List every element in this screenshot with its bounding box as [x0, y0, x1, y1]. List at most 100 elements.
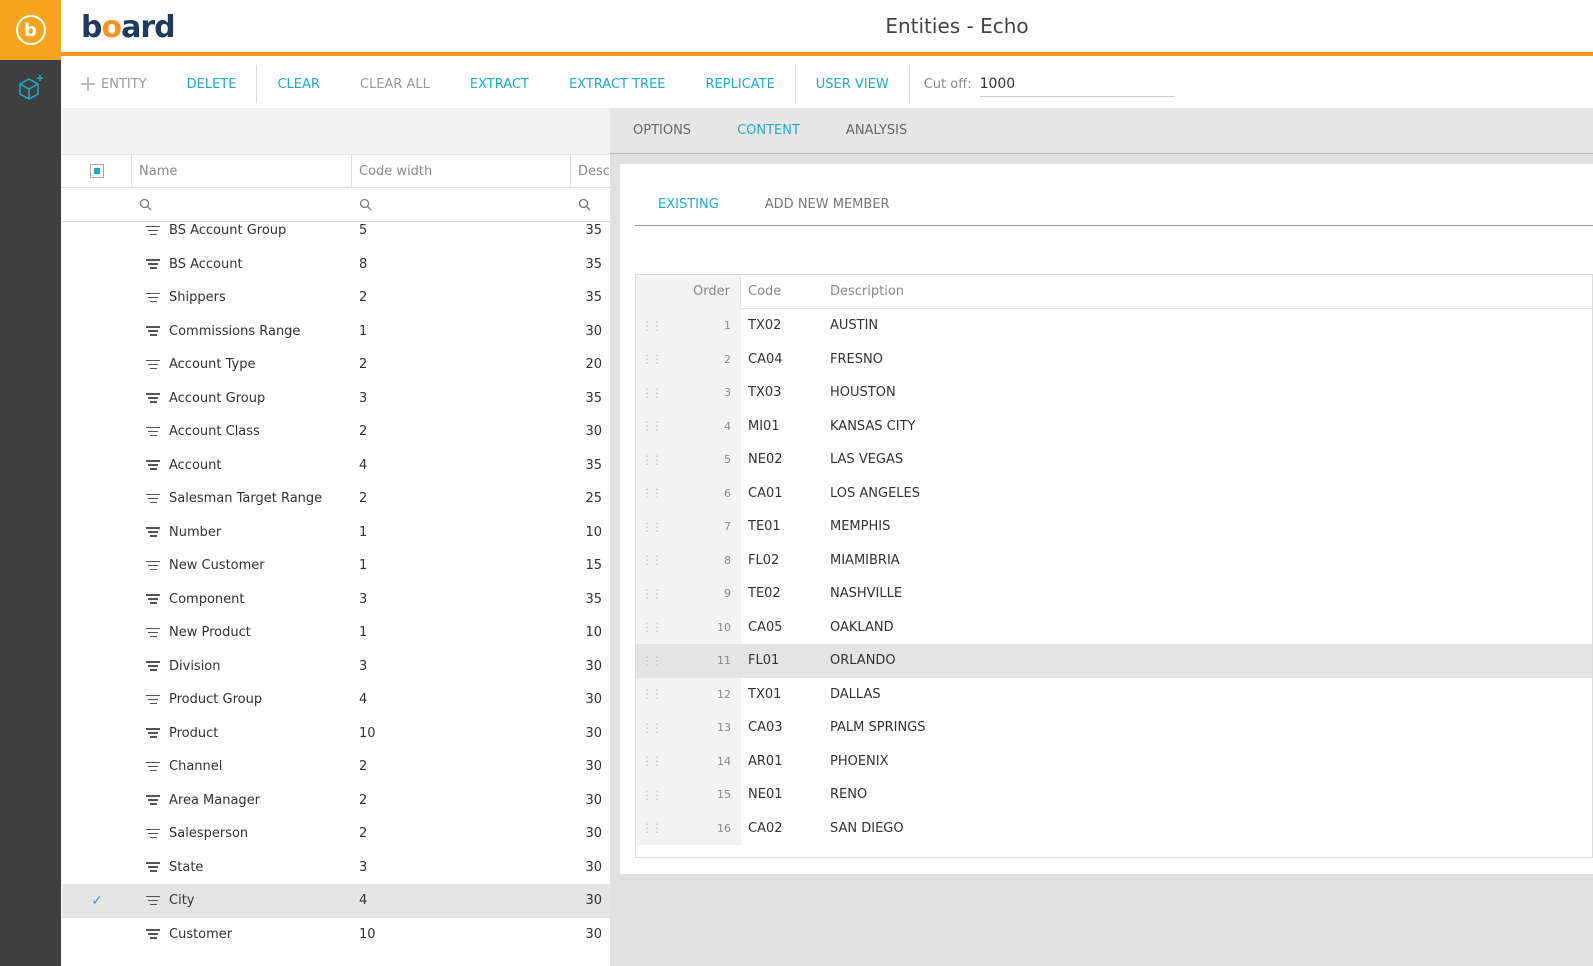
clear-button[interactable]: CLEAR [257, 77, 339, 92]
desc-width-cell[interactable]: 10 [571, 525, 610, 540]
entity-name-cell[interactable]: Division [132, 659, 352, 674]
member-code[interactable]: TX01 [741, 687, 830, 702]
code-width-cell[interactable]: 1 [352, 625, 571, 640]
table-row[interactable]: Account Type 2 20 [62, 348, 610, 382]
table-row[interactable]: ⋮⋮ 10 CA05 OAKLAND [636, 610, 1592, 644]
entity-name-cell[interactable]: Account [132, 458, 352, 473]
entity-name-cell[interactable]: Channel [132, 759, 352, 774]
tab-content[interactable]: CONTENT [714, 123, 823, 138]
user-view-button[interactable]: USER VIEW [796, 77, 909, 92]
code-width-cell[interactable]: 2 [352, 793, 571, 808]
entity-name-cell[interactable]: BS Account Group [132, 223, 352, 238]
desc-width-cell[interactable]: 30 [571, 927, 610, 942]
drag-handle-icon[interactable]: ⋮⋮ [636, 577, 666, 611]
desc-width-cell[interactable]: 30 [571, 826, 610, 841]
table-row[interactable]: ⋮⋮ 4 MI01 KANSAS CITY [636, 409, 1592, 443]
column-header-code-width[interactable]: Code width [352, 155, 571, 187]
desc-width-cell[interactable]: 35 [571, 257, 610, 272]
table-row[interactable]: Division 3 30 [62, 650, 610, 684]
drag-handle-icon[interactable]: ⋮⋮ [636, 376, 666, 410]
replicate-button[interactable]: REPLICATE [686, 77, 795, 92]
code-width-cell[interactable]: 1 [352, 558, 571, 573]
table-row[interactable]: Salesperson 2 30 [62, 817, 610, 851]
table-row[interactable]: ⋮⋮ 16 CA02 SAN DIEGO [636, 811, 1592, 845]
table-row[interactable]: New Customer 1 15 [62, 549, 610, 583]
member-code[interactable]: TE02 [741, 586, 830, 601]
entity-name-cell[interactable]: Salesperson [132, 826, 352, 841]
table-row[interactable]: ✓ City 4 30 [62, 884, 610, 918]
entity-name-cell[interactable]: Account Class [132, 424, 352, 439]
member-code[interactable]: CA05 [741, 620, 830, 635]
member-code[interactable]: AR01 [741, 754, 830, 769]
desc-width-cell[interactable]: 30 [571, 659, 610, 674]
table-row[interactable]: ⋮⋮ 9 TE02 NASHVILLE [636, 577, 1592, 611]
table-row[interactable]: Commissions Range 1 30 [62, 315, 610, 349]
member-description[interactable]: LOS ANGELES [830, 486, 920, 501]
member-description[interactable]: HOUSTON [830, 385, 896, 400]
entity-name-cell[interactable]: Area Manager [132, 793, 352, 808]
member-description[interactable]: PALM SPRINGS [830, 720, 926, 735]
desc-width-cell[interactable]: 15 [571, 558, 610, 573]
member-code[interactable]: CA04 [741, 352, 830, 367]
code-width-cell[interactable]: 1 [352, 324, 571, 339]
entity-name-cell[interactable]: Account Group [132, 391, 352, 406]
member-description[interactable]: MIAMIBRIA [830, 553, 900, 568]
drag-handle-icon[interactable]: ⋮⋮ [636, 443, 666, 477]
tab-analysis[interactable]: ANALYSIS [823, 123, 930, 138]
member-code[interactable]: TE01 [741, 519, 830, 534]
table-row[interactable]: ⋮⋮ 7 TE01 MEMPHIS [636, 510, 1592, 544]
desc-width-cell[interactable]: 30 [571, 726, 610, 741]
table-row[interactable]: ⋮⋮ 1 TX02 AUSTIN [636, 309, 1592, 343]
drag-handle-icon[interactable]: ⋮⋮ [636, 476, 666, 510]
delete-button[interactable]: DELETE [167, 77, 257, 92]
code-width-cell[interactable]: 3 [352, 860, 571, 875]
member-code[interactable]: CA01 [741, 486, 830, 501]
desc-width-cell[interactable]: 30 [571, 759, 610, 774]
member-description[interactable]: DALLAS [830, 687, 881, 702]
member-description[interactable]: ORLANDO [830, 653, 896, 668]
cube-add-icon[interactable] [16, 74, 44, 102]
drag-handle-icon[interactable]: ⋮⋮ [636, 510, 666, 544]
code-width-cell[interactable]: 10 [352, 726, 571, 741]
table-row[interactable]: ⋮⋮ 2 CA04 FRESNO [636, 342, 1592, 376]
table-row[interactable]: New Product 1 10 [62, 616, 610, 650]
drag-handle-icon[interactable]: ⋮⋮ [636, 711, 666, 745]
table-row[interactable]: Number 1 10 [62, 516, 610, 550]
drag-handle-icon[interactable]: ⋮⋮ [636, 409, 666, 443]
entity-name-cell[interactable]: Product [132, 726, 352, 741]
clear-all-button[interactable]: CLEAR ALL [340, 77, 450, 92]
add-entity-button[interactable]: ENTITY [61, 77, 167, 92]
member-description[interactable]: KANSAS CITY [830, 419, 915, 434]
desc-width-cell[interactable]: 10 [571, 625, 610, 640]
member-description[interactable]: RENO [830, 787, 867, 802]
table-row[interactable]: Shippers 2 35 [62, 281, 610, 315]
entity-name-cell[interactable]: Product Group [132, 692, 352, 707]
entity-name-cell[interactable]: Customer [132, 927, 352, 942]
member-code[interactable]: CA03 [741, 720, 830, 735]
drag-handle-icon[interactable]: ⋮⋮ [636, 811, 666, 845]
table-row[interactable]: Component 3 35 [62, 583, 610, 617]
code-width-cell[interactable]: 3 [352, 659, 571, 674]
table-row[interactable]: ⋮⋮ 12 TX01 DALLAS [636, 677, 1592, 711]
desc-width-cell[interactable]: 30 [571, 424, 610, 439]
member-code[interactable]: FL01 [741, 653, 830, 668]
table-row[interactable]: ⋮⋮ 13 CA03 PALM SPRINGS [636, 711, 1592, 745]
table-row[interactable]: BS Account Group 5 35 [62, 214, 610, 248]
table-row[interactable]: ⋮⋮ 11 FL01 ORLANDO [636, 644, 1592, 678]
entity-name-cell[interactable]: Shippers [132, 290, 352, 305]
code-width-cell[interactable]: 3 [352, 592, 571, 607]
entity-name-cell[interactable]: City [132, 893, 352, 908]
table-row[interactable]: Area Manager 2 30 [62, 784, 610, 818]
desc-width-cell[interactable]: 25 [571, 491, 610, 506]
column-header-order[interactable]: Order [666, 275, 741, 309]
entity-name-cell[interactable]: Component [132, 592, 352, 607]
table-row[interactable]: Product 10 30 [62, 717, 610, 751]
extract-tree-button[interactable]: EXTRACT TREE [549, 77, 686, 92]
extract-button[interactable]: EXTRACT [450, 77, 549, 92]
code-width-cell[interactable]: 5 [352, 223, 571, 238]
code-width-cell[interactable]: 2 [352, 290, 571, 305]
code-width-cell[interactable]: 4 [352, 893, 571, 908]
desc-width-cell[interactable]: 35 [571, 391, 610, 406]
desc-width-cell[interactable]: 30 [571, 893, 610, 908]
member-description[interactable]: LAS VEGAS [830, 452, 903, 467]
